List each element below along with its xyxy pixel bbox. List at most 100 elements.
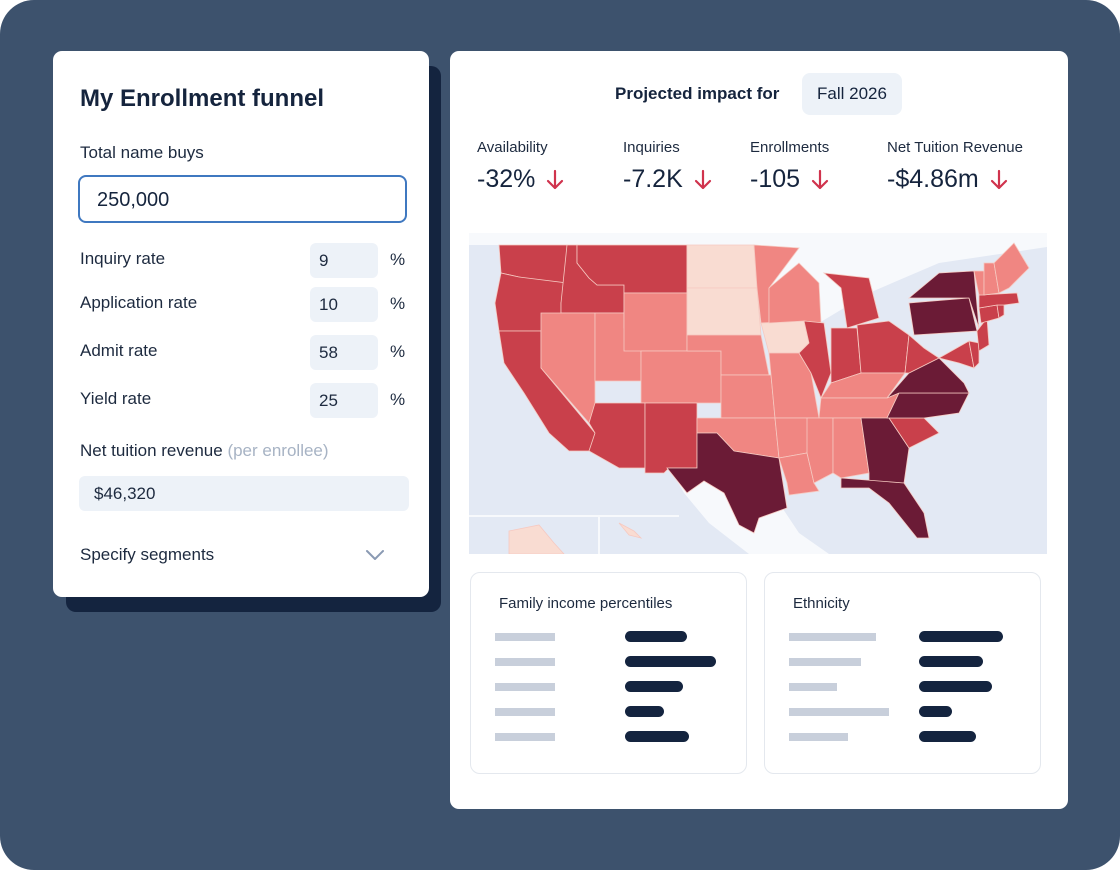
arrow-down-icon: [811, 169, 829, 189]
metric-label: Availability: [477, 139, 548, 156]
admit-rate-row: Admit rate 58 %: [53, 335, 429, 371]
breakdown-label-placeholder: [789, 733, 848, 741]
breakdown-row: [471, 681, 748, 693]
breakdown-row: [765, 681, 1042, 693]
breakdown-label-placeholder: [495, 658, 555, 666]
states-layer: [494, 242, 1030, 554]
breakdown-value-bar: [625, 681, 683, 692]
state-oh[interactable]: [856, 320, 910, 374]
panel-title: Ethnicity: [793, 595, 850, 612]
metric-net-tuition-revenue: Net Tuition Revenue -$4.86m: [887, 139, 1023, 194]
percent-unit: %: [390, 250, 406, 269]
metric-value-row: -7.2K: [623, 165, 713, 194]
funnel-title: My Enrollment funnel: [80, 85, 325, 112]
application-rate-input[interactable]: 10: [310, 287, 378, 322]
state-pa[interactable]: [908, 297, 978, 336]
state-wy[interactable]: [623, 292, 688, 352]
application-rate-label: Application rate: [80, 293, 198, 312]
state-fl[interactable]: [840, 477, 930, 539]
breakdown-value-bar: [625, 631, 687, 642]
application-rate-row: Application rate 10 %: [53, 287, 429, 323]
state-ia[interactable]: [760, 320, 810, 354]
state-az[interactable]: [588, 402, 646, 469]
term-selector[interactable]: Fall 2026: [802, 73, 902, 115]
net-tuition-input[interactable]: $46,320: [79, 476, 409, 511]
breakdown-row: [765, 631, 1042, 643]
breakdown-label-placeholder: [495, 633, 555, 641]
projection-header: Projected impact for Fall 2026: [450, 73, 1068, 115]
breakdown-row: [471, 631, 748, 643]
arrow-down-icon: [547, 169, 564, 189]
panel-title: Family income percentiles: [499, 595, 673, 612]
metric-value-row: -105: [750, 165, 830, 194]
state-hi[interactable]: [618, 522, 643, 539]
chevron-down-icon[interactable]: [364, 546, 386, 564]
net-tuition-sublabel: (per enrollee): [227, 441, 329, 460]
breakdown-value-bar: [919, 681, 992, 692]
net-tuition-label: Net tuition revenue (per enrollee): [80, 441, 329, 461]
metric-label: Net Tuition Revenue: [887, 139, 1023, 156]
inquiry-rate-row: Inquiry rate 9 %: [53, 243, 429, 279]
metric-label: Enrollments: [750, 139, 830, 156]
breakdown-row: [765, 656, 1042, 668]
metric-value-row: -32%: [477, 165, 565, 194]
breakdown-row: [765, 731, 1042, 743]
breakdown-label-placeholder: [789, 683, 837, 691]
percent-unit: %: [390, 294, 406, 313]
breakdown-label-placeholder: [495, 683, 555, 691]
breakdown-row: [765, 706, 1042, 718]
state-ak[interactable]: [508, 524, 565, 554]
enrollment-funnel-card: My Enrollment funnel Total name buys 250…: [53, 51, 429, 597]
metric-value: -$4.86m: [887, 165, 979, 193]
state-sd[interactable]: [686, 287, 762, 336]
breakdown-value-bar: [919, 631, 1003, 642]
total-name-buys-input[interactable]: 250,000: [78, 175, 407, 223]
family-income-panel: Family income percentiles: [470, 572, 747, 774]
percent-unit: %: [390, 390, 406, 409]
arrow-down-icon: [694, 169, 711, 189]
breakdown-row: [471, 706, 748, 718]
breakdown-value-bar: [625, 706, 664, 717]
admit-rate-input[interactable]: 58: [310, 335, 378, 370]
breakdown-label-placeholder: [789, 708, 889, 716]
breakdown-label-placeholder: [495, 733, 555, 741]
breakdown-row: [471, 656, 748, 668]
metric-value: -105: [750, 165, 801, 193]
state-co[interactable]: [640, 350, 722, 404]
metric-label: Inquiries: [623, 139, 680, 156]
metric-enrollments: Enrollments -105: [750, 139, 830, 194]
net-tuition-label-text: Net tuition revenue: [80, 441, 223, 460]
breakdown-row: [471, 731, 748, 743]
metric-value: -32%: [477, 165, 536, 193]
yield-rate-input[interactable]: 25: [310, 383, 378, 418]
state-nc[interactable]: [886, 392, 970, 419]
specify-segments-label: Specify segments: [80, 545, 215, 564]
specify-segments-toggle[interactable]: Specify segments: [53, 536, 429, 576]
breakdown-value-bar: [919, 706, 952, 717]
metric-value: -7.2K: [623, 165, 683, 193]
breakdown-value-bar: [625, 731, 689, 742]
breakdown-value-bar: [919, 731, 976, 742]
total-name-buys-label: Total name buys: [80, 143, 204, 162]
state-nd[interactable]: [686, 244, 758, 289]
state-ks[interactable]: [720, 374, 776, 419]
breakdown-label-placeholder: [495, 708, 555, 716]
projection-title: Projected impact for: [615, 84, 780, 103]
ethnicity-panel: Ethnicity: [764, 572, 1041, 774]
admit-rate-label: Admit rate: [80, 341, 158, 360]
breakdown-value-bar: [919, 656, 983, 667]
breakdown-label-placeholder: [789, 633, 876, 641]
us-choropleth-map[interactable]: [469, 233, 1047, 554]
projected-impact-card: Projected impact for Fall 2026 Availabil…: [450, 51, 1068, 809]
metric-value-row: -$4.86m: [887, 165, 1023, 194]
yield-rate-row: Yield rate 25 %: [53, 383, 429, 419]
percent-unit: %: [390, 342, 406, 361]
map-canvas[interactable]: [469, 233, 1047, 554]
arrow-down-icon: [990, 169, 1007, 189]
yield-rate-label: Yield rate: [80, 389, 152, 408]
breakdown-value-bar: [625, 656, 716, 667]
metric-availability: Availability -32%: [477, 139, 565, 194]
inquiry-rate-input[interactable]: 9: [310, 243, 378, 278]
state-nm[interactable]: [644, 402, 698, 474]
breakdown-label-placeholder: [789, 658, 861, 666]
